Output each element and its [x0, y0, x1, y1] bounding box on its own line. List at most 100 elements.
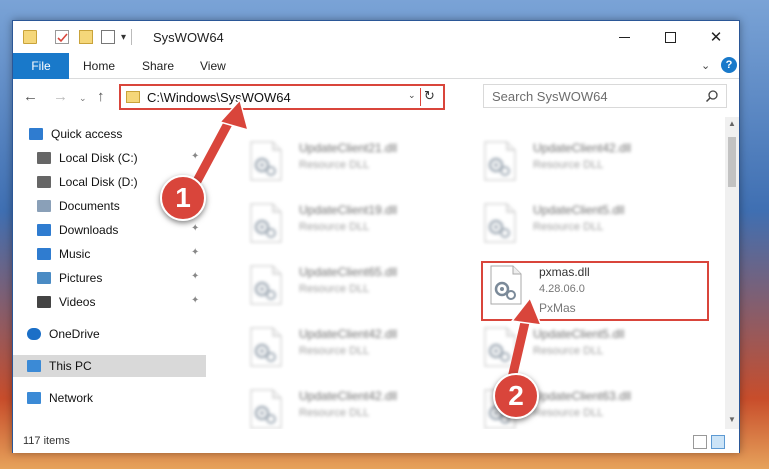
window-title: SysWOW64 — [153, 30, 224, 45]
file-name: UpdateClient63.dll — [533, 389, 632, 403]
sidebar-item[interactable]: Network — [13, 387, 206, 409]
dll-file-icon — [484, 141, 516, 181]
expand-ribbon-icon[interactable]: ⌄ — [701, 59, 710, 72]
forward-button[interactable]: → — [53, 88, 68, 105]
sidebar-item-label: OneDrive — [49, 327, 100, 341]
item-count: 117 items — [23, 435, 70, 447]
tab-share[interactable]: Share — [142, 59, 174, 73]
sidebar-item-label: Network — [49, 391, 94, 405]
ribbon-tabs: File Home Share View ⌄ ? — [13, 53, 739, 79]
properties-icon[interactable] — [101, 30, 115, 44]
file-type: Resource DLL — [299, 159, 370, 171]
sidebar-item[interactable]: Pictures ✦ — [13, 267, 206, 289]
network-icon — [27, 392, 41, 404]
file-tile[interactable]: UpdateClient5.dll Resource DLL — [475, 323, 685, 375]
address-bar[interactable]: C:\Windows\SysWOW64 ⌄ ↻ — [119, 84, 445, 110]
tiles-view-button[interactable] — [711, 435, 725, 449]
folder-icon[interactable] — [23, 30, 37, 44]
properties-check-icon[interactable] — [55, 30, 69, 44]
minimize-button[interactable] — [601, 21, 647, 53]
folder-icon — [126, 91, 140, 103]
music-icon — [37, 248, 51, 260]
sidebar-item-label: Videos — [59, 295, 96, 309]
drive-icon — [37, 176, 51, 188]
file-explorer-window: ▾ SysWOW64 ✕ File Home Share View ⌄ ? ← … — [12, 20, 740, 453]
sidebar-item[interactable]: This PC — [13, 355, 206, 377]
address-history-icon[interactable]: ⌄ — [408, 90, 416, 101]
address-divider — [420, 88, 421, 106]
sidebar-item[interactable]: Music ✦ — [13, 243, 206, 265]
file-list: UpdateClient21.dll Resource DLL UpdateClie… — [225, 117, 723, 429]
file-tile[interactable]: UpdateClient5.dll Resource DLL — [475, 199, 685, 251]
quick-access-dropdown-icon[interactable]: ▾ — [121, 32, 126, 43]
file-name: UpdateClient42.dll — [299, 389, 398, 403]
vertical-scrollbar[interactable]: ▲ ▼ — [725, 117, 739, 429]
pin-icon[interactable]: ✦ — [191, 151, 199, 162]
file-name: UpdateClient65.dll — [299, 265, 398, 279]
dll-file-icon — [250, 327, 282, 367]
close-button[interactable]: ✕ — [693, 21, 739, 53]
sidebar-item-label: Downloads — [59, 223, 119, 237]
drive-icon — [37, 152, 51, 164]
title-bar: ▾ SysWOW64 ✕ — [13, 21, 739, 53]
videos-icon — [37, 296, 51, 308]
file-name: UpdateClient19.dll — [299, 203, 398, 217]
back-button[interactable]: ← — [23, 88, 38, 105]
documents-icon — [37, 200, 51, 212]
file-type: Resource DLL — [299, 221, 370, 233]
sidebar-item[interactable]: Videos ✦ — [13, 291, 206, 313]
file-name: UpdateClient42.dll — [533, 141, 632, 155]
new-folder-icon[interactable] — [79, 30, 93, 44]
navigation-bar: ← → ⌄ ↑ C:\Windows\SysWOW64 ⌄ ↻ Search S… — [13, 79, 739, 115]
tab-file[interactable]: File — [13, 53, 69, 79]
file-tile[interactable]: UpdateClient65.dll Resource DLL — [241, 261, 451, 313]
file-type: Resource DLL — [299, 345, 370, 357]
highlight-box — [481, 261, 709, 321]
file-tile[interactable]: UpdateClient19.dll Resource DLL — [241, 199, 451, 251]
refresh-icon[interactable]: ↻ — [424, 88, 435, 104]
maximize-button[interactable] — [647, 21, 693, 53]
scroll-up-icon[interactable]: ▲ — [728, 119, 736, 128]
sidebar-item-label: Local Disk (C:) — [59, 151, 138, 165]
search-icon[interactable] — [705, 89, 719, 103]
dll-file-icon — [250, 203, 282, 243]
pin-icon[interactable]: ✦ — [191, 271, 199, 282]
file-type: Resource DLL — [533, 345, 604, 357]
search-placeholder: Search SysWOW64 — [492, 89, 608, 104]
sidebar-item[interactable]: Quick access — [13, 123, 206, 145]
search-input[interactable]: Search SysWOW64 — [483, 84, 727, 108]
sidebar-item-label: Music — [59, 247, 91, 261]
dll-file-icon — [484, 203, 516, 243]
file-tile[interactable]: UpdateClient42.dll Resource DLL — [241, 385, 451, 429]
file-tile[interactable]: UpdateClient42.dll Resource DLL — [475, 137, 685, 189]
pin-icon[interactable]: ✦ — [191, 247, 199, 258]
sidebar-item[interactable]: Local Disk (C:) ✦ — [13, 147, 206, 169]
pin-icon[interactable]: ✦ — [191, 223, 199, 234]
file-name: UpdateClient5.dll — [533, 203, 625, 217]
scrollbar-thumb[interactable] — [728, 137, 736, 187]
tab-home[interactable]: Home — [83, 59, 115, 73]
address-path[interactable]: C:\Windows\SysWOW64 — [147, 90, 291, 105]
title-separator — [131, 29, 132, 45]
file-name: UpdateClient21.dll — [299, 141, 398, 155]
details-view-button[interactable] — [693, 435, 707, 449]
computer-icon — [27, 360, 41, 372]
pin-icon[interactable]: ✦ — [191, 295, 199, 306]
sidebar-item[interactable]: OneDrive — [13, 323, 206, 345]
navigation-pane: Quick access Local Disk (C:) ✦ Local Disk (… — [13, 121, 206, 429]
tab-view[interactable]: View — [200, 59, 226, 73]
sidebar-item[interactable]: Downloads ✦ — [13, 219, 206, 241]
file-type: Resource DLL — [533, 159, 604, 171]
up-button[interactable]: ↑ — [97, 88, 105, 105]
sidebar-item-label: Pictures — [59, 271, 103, 285]
sidebar-item-label: Documents — [59, 199, 120, 213]
downloads-icon — [37, 224, 51, 236]
help-icon[interactable]: ? — [721, 57, 737, 73]
file-tile[interactable]: UpdateClient21.dll Resource DLL — [241, 137, 451, 189]
step-badge-2: 2 — [493, 373, 539, 419]
dll-file-icon — [250, 141, 282, 181]
file-type: Resource DLL — [299, 407, 370, 419]
recent-locations-icon[interactable]: ⌄ — [79, 93, 87, 104]
file-tile[interactable]: UpdateClient42.dll Resource DLL — [241, 323, 451, 375]
scroll-down-icon[interactable]: ▼ — [728, 415, 736, 424]
